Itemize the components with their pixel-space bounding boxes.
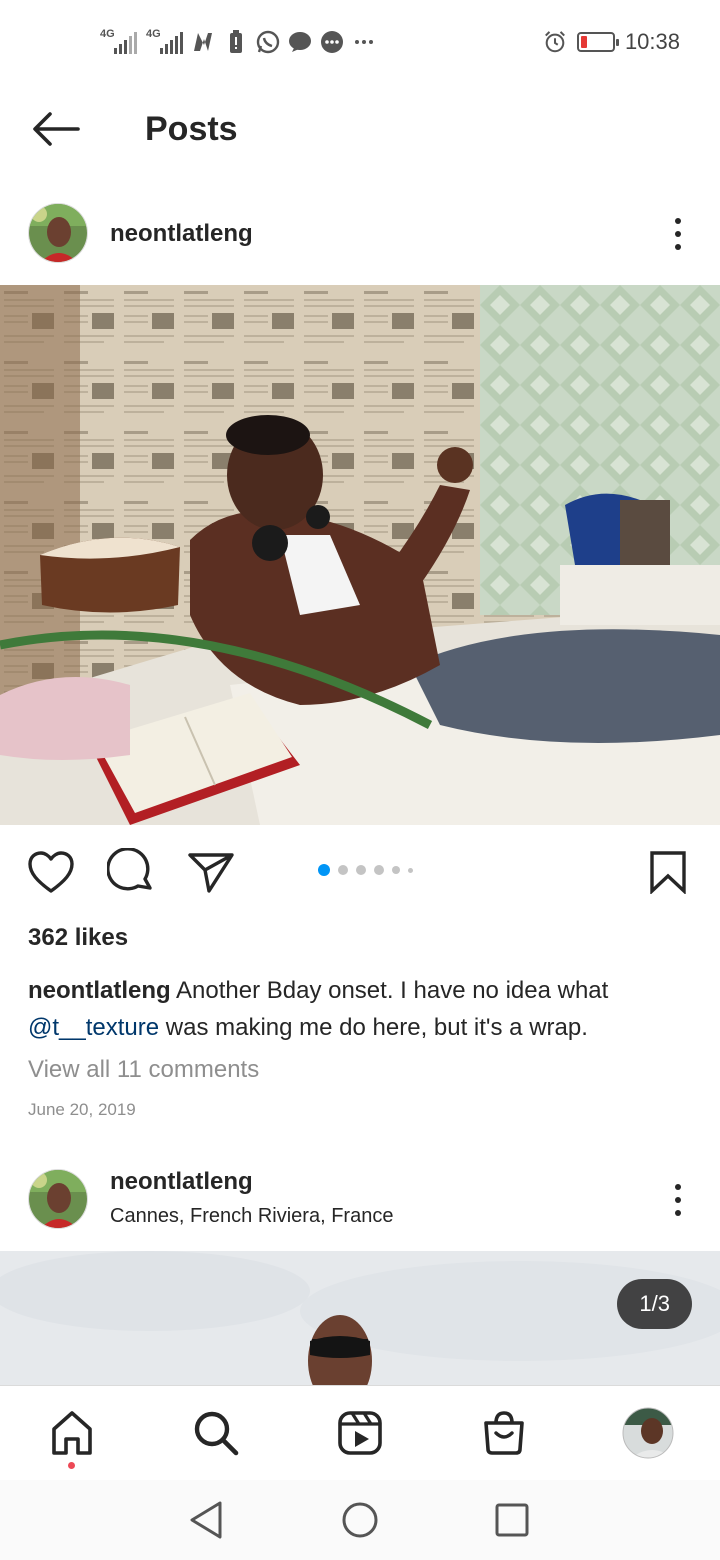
caption-text-2: was making me do here, but it's a wrap. — [159, 1014, 588, 1041]
whatsapp-icon — [256, 30, 280, 54]
carousel-indicator — [318, 864, 413, 876]
alarm-icon — [543, 30, 567, 54]
arrow-left-icon — [33, 112, 80, 146]
status-right: 10:38 — [543, 26, 680, 58]
carousel-counter: 1/3 — [617, 1279, 692, 1329]
system-back-button[interactable] — [184, 1498, 228, 1542]
likes-count[interactable]: 362 likes — [28, 924, 128, 952]
bookmark-icon — [650, 851, 686, 894]
post-caption: neontlatleng Another Bday onset. I have … — [28, 972, 688, 1046]
home-circle-icon — [342, 1502, 378, 1538]
status-left: 4G 4G — [100, 26, 376, 58]
comment-icon — [107, 848, 152, 891]
shop-icon — [484, 1411, 524, 1455]
heart-icon — [28, 851, 74, 893]
bottom-nav — [0, 1385, 720, 1480]
post-username[interactable]: neontlatleng — [110, 1168, 253, 1196]
avatar[interactable] — [28, 1169, 88, 1229]
more-options-button[interactable] — [668, 214, 688, 254]
post-date: June 20, 2019 — [28, 1100, 136, 1119]
reels-icon — [338, 1411, 382, 1455]
nav-home[interactable] — [45, 1406, 99, 1460]
home-icon — [52, 1411, 92, 1455]
system-home-button[interactable] — [338, 1498, 382, 1542]
comment-button[interactable] — [107, 848, 155, 896]
nav-shop[interactable] — [477, 1406, 531, 1460]
network-type-1: 4G — [100, 28, 115, 40]
clock: 10:38 — [624, 29, 680, 54]
post-image[interactable]: 1/3 — [0, 1251, 720, 1385]
signal-1-icon: 4G — [100, 28, 138, 54]
page-title: Posts — [145, 110, 238, 148]
caption-mention[interactable]: @t__texture — [28, 1014, 159, 1041]
back-button[interactable] — [30, 106, 82, 152]
chat-icon — [320, 30, 344, 54]
recents-square-icon — [495, 1503, 529, 1537]
send-icon — [188, 853, 234, 893]
search-icon — [194, 1411, 239, 1456]
alert-battery-icon — [224, 30, 248, 54]
signal-2-icon: 4G — [146, 28, 184, 54]
message-icon — [288, 30, 312, 54]
avatar[interactable] — [28, 203, 88, 263]
network-type-2: 4G — [146, 28, 161, 40]
post-username[interactable]: neontlatleng — [110, 220, 253, 248]
post-image[interactable] — [0, 285, 720, 825]
post-actions — [0, 842, 720, 898]
more-options-button[interactable] — [668, 1180, 688, 1220]
nfc-icon — [192, 30, 216, 54]
nav-search[interactable] — [189, 1406, 243, 1460]
post-header: neontlatleng — [0, 194, 720, 274]
share-button[interactable] — [187, 848, 235, 896]
profile-avatar — [622, 1407, 674, 1459]
view-comments-link[interactable]: View all 11 comments — [28, 1056, 259, 1084]
status-bar: 4G 4G 10:38 — [0, 0, 720, 84]
app-header: Posts — [0, 84, 720, 174]
system-nav-bar — [0, 1480, 720, 1560]
save-button[interactable] — [644, 848, 692, 896]
like-button[interactable] — [27, 848, 75, 896]
system-recents-button[interactable] — [490, 1498, 534, 1542]
notification-dot — [68, 1462, 75, 1469]
caption-text-1: Another Bday onset. I have no idea what — [170, 977, 609, 1004]
battery-icon — [576, 32, 619, 52]
nav-profile[interactable] — [621, 1406, 675, 1460]
more-notifications-icon — [352, 30, 376, 54]
nav-reels[interactable] — [333, 1406, 387, 1460]
post-header: neontlatleng Cannes, French Riviera, Fra… — [0, 1160, 720, 1240]
caption-username[interactable]: neontlatleng — [28, 977, 171, 1004]
post-location[interactable]: Cannes, French Riviera, France — [110, 1205, 393, 1228]
back-triangle-icon — [190, 1501, 222, 1539]
